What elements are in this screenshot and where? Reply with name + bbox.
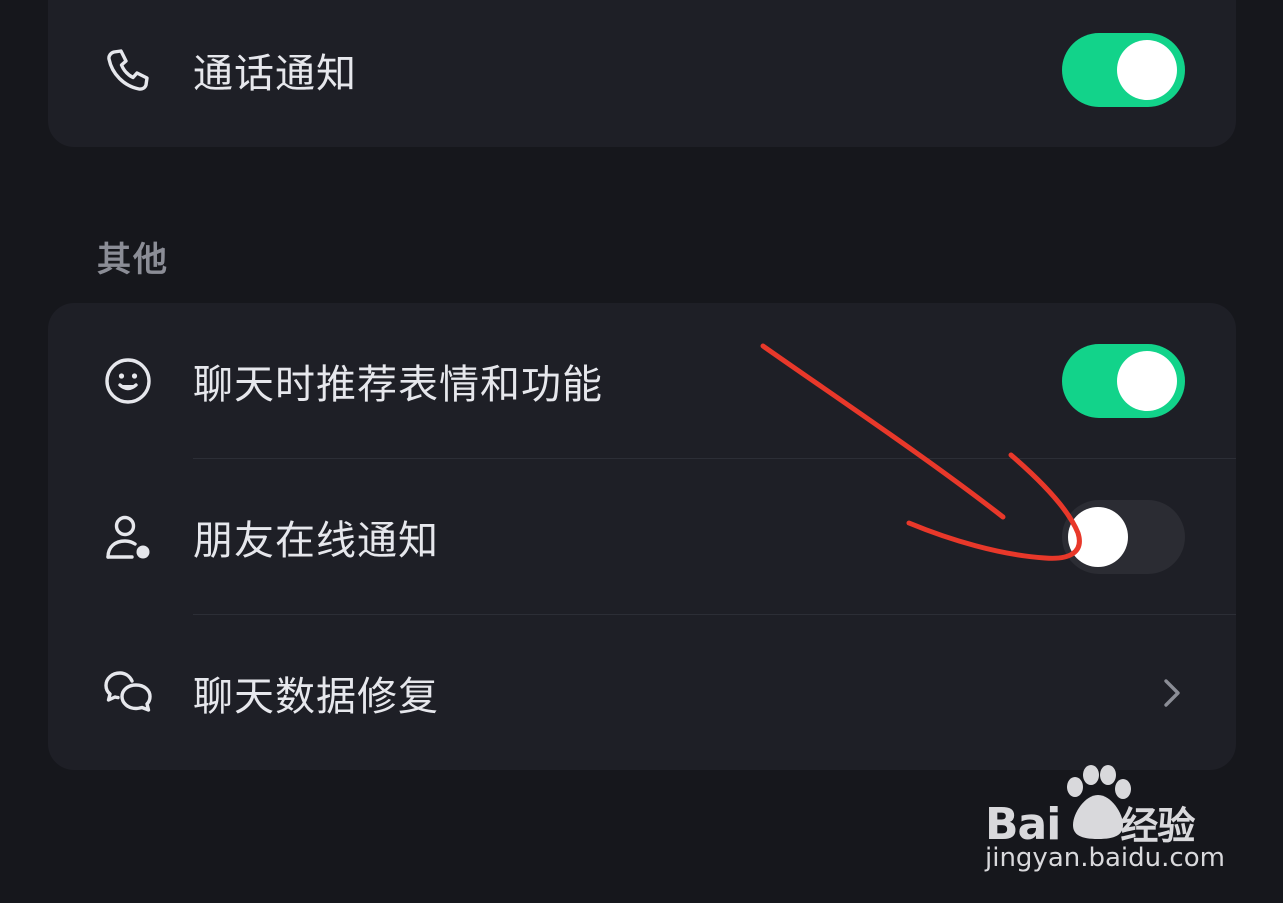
user-online-icon	[102, 511, 154, 563]
chat-data-repair-label: 聊天数据修复	[193, 673, 439, 720]
notification-card: 通话通知	[48, 0, 1236, 147]
toggle-knob	[1117, 350, 1177, 411]
call-notification-toggle[interactable]	[1062, 32, 1185, 107]
chevron-right-icon	[1164, 678, 1180, 707]
toggle-knob	[1117, 39, 1177, 100]
recommend-emoji-row[interactable]: 聊天时推荐表情和功能	[48, 303, 1236, 458]
phone-icon	[102, 44, 154, 96]
section-title-other: 其他	[97, 240, 169, 280]
settings-page: 通话通知 其他 聊天时推荐表情和功能 朋友在线通知 聊天数据修复 Bai 经验 …	[0, 0, 1283, 903]
friend-online-row[interactable]: 朋友在线通知	[48, 459, 1236, 614]
chat-bubbles-icon	[102, 667, 154, 719]
friend-online-toggle[interactable]	[1062, 499, 1185, 574]
chat-data-repair-row[interactable]: 聊天数据修复	[48, 615, 1236, 770]
watermark-url: jingyan.baidu.com	[985, 843, 1225, 873]
smiley-icon	[102, 355, 154, 407]
other-card: 聊天时推荐表情和功能 朋友在线通知 聊天数据修复	[48, 303, 1236, 770]
recommend-emoji-label: 聊天时推荐表情和功能	[193, 361, 603, 408]
call-notification-label: 通话通知	[193, 50, 357, 97]
toggle-knob	[1068, 506, 1128, 567]
friend-online-label: 朋友在线通知	[193, 517, 439, 564]
recommend-emoji-toggle[interactable]	[1062, 343, 1185, 418]
call-notification-row[interactable]: 通话通知	[48, 0, 1236, 147]
watermark-brand: Baidu经验	[985, 799, 1195, 850]
baidu-watermark: Baidu经验 jingyan.baidu.com	[985, 765, 1225, 885]
